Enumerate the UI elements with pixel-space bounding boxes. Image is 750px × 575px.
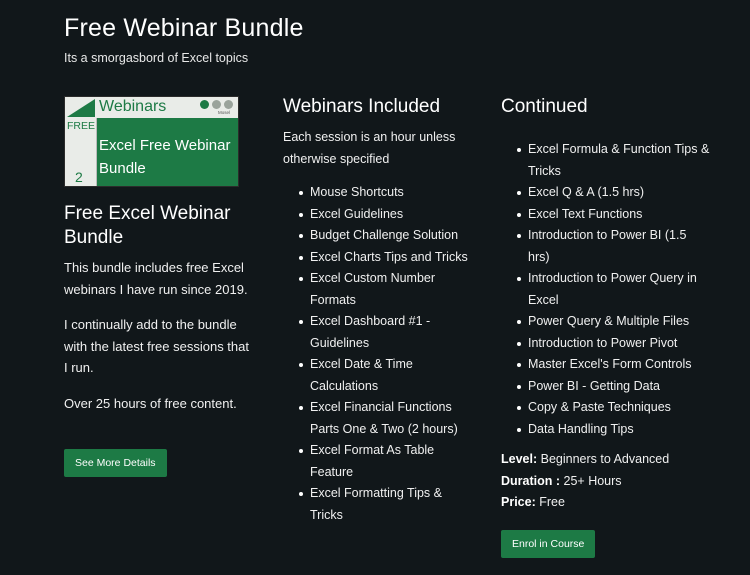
list-item: Excel Guidelines	[299, 204, 473, 226]
course-meta: Level: Beginners to Advanced Duration : …	[501, 449, 711, 514]
continued-list: Excel Formula & Function Tips & Tricks E…	[501, 139, 711, 440]
triangle-icon	[67, 99, 95, 117]
list-item: Power BI - Getting Data	[517, 376, 711, 398]
list-item: Introduction to Power Pivot	[517, 333, 711, 355]
thumbnail-text: Excel Free Webinar Bundle	[99, 134, 230, 180]
course-thumbnail[interactable]: Webinars Mosel FREE 2 Excel Free Webinar…	[64, 96, 239, 187]
duration-row: Duration : 25+ Hours	[501, 471, 711, 493]
duration-label: Duration :	[501, 473, 561, 488]
list-item: Excel Dashboard #1 - Guidelines	[299, 311, 473, 354]
list-item: Introduction to Power BI (1.5 hrs)	[517, 225, 711, 268]
page-subtitle: Its a smorgasbord of Excel topics	[64, 51, 249, 65]
continued-heading: Continued	[501, 96, 588, 117]
duration-value: 25+ Hours	[563, 473, 622, 488]
level-row: Level: Beginners to Advanced	[501, 449, 711, 471]
level-label: Level:	[501, 452, 538, 466]
list-item: Excel Formatting Tips & Tricks	[299, 483, 473, 526]
list-item: Power Query & Multiple Files	[517, 311, 711, 333]
list-item: Budget Challenge Solution	[299, 225, 473, 247]
list-item: Excel Q & A (1.5 hrs)	[517, 182, 711, 204]
price-value: Free	[539, 495, 565, 509]
list-item: Excel Date & Time Calculations	[299, 354, 473, 397]
list-item: Excel Format As Table Feature	[299, 440, 473, 483]
list-item: Excel Financial Functions Parts One & Tw…	[299, 397, 473, 440]
level-value: Beginners to Advanced	[540, 452, 670, 466]
list-item: Excel Text Functions	[517, 204, 711, 226]
webinars-included-section: Webinars Included Each session is an hou…	[283, 96, 473, 526]
thumbnail-text-line2: Bundle	[99, 160, 146, 177]
list-item: Excel Formula & Function Tips & Tricks	[517, 139, 711, 182]
thumbnail-label: Webinars	[99, 98, 167, 115]
continued-section: Continued Excel Formula & Function Tips …	[501, 96, 711, 514]
list-item: Master Excel's Form Controls	[517, 354, 711, 376]
list-item: Mouse Shortcuts	[299, 182, 473, 204]
course-card: Webinars Mosel FREE 2 Excel Free Webinar…	[64, 96, 254, 414]
window-controls	[200, 100, 233, 109]
webinars-included-heading: Webinars Included	[283, 96, 441, 117]
description-paragraph: Over 25 hours of free content.	[64, 395, 237, 411]
list-item: Excel Charts Tips and Tricks	[299, 247, 473, 269]
list-item: Excel Custom Number Formats	[299, 268, 473, 311]
price-label: Price:	[501, 495, 536, 509]
webinars-intro: Each session is an hour unless otherwise…	[283, 130, 456, 166]
webinars-list: Mouse Shortcuts Excel Guidelines Budget …	[283, 182, 473, 526]
thumbnail-number: 2	[75, 169, 83, 185]
thumbnail-text-line1: Excel Free Webinar	[99, 137, 231, 154]
course-description: This bundle includes free Excel webinars…	[64, 257, 254, 414]
circle-icon	[212, 100, 221, 109]
thumbnail-brand: Mosel	[217, 110, 230, 115]
circle-icon	[224, 100, 233, 109]
list-item: Copy & Paste Techniques	[517, 397, 711, 419]
description-paragraph: I continually add to the bundle with the…	[64, 317, 249, 375]
see-more-details-button[interactable]: See More Details	[64, 449, 167, 477]
enrol-button[interactable]: Enrol in Course	[501, 530, 596, 558]
circle-icon	[200, 100, 209, 109]
list-item: Introduction to Power Query in Excel	[517, 268, 711, 311]
course-title: Free Excel Webinar Bundle	[64, 203, 231, 248]
description-paragraph: This bundle includes free Excel webinars…	[64, 260, 248, 297]
list-item: Data Handling Tips	[517, 419, 711, 441]
price-row: Price: Free	[501, 492, 711, 514]
thumbnail-free-tag: FREE	[67, 120, 96, 132]
page-title: Free Webinar Bundle	[64, 14, 304, 42]
